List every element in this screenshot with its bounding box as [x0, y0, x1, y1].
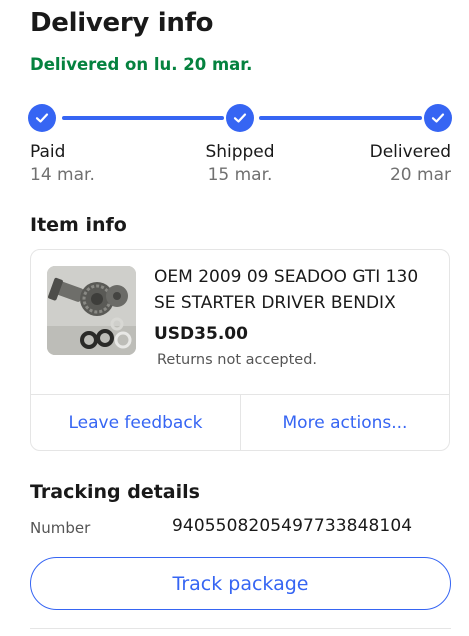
item-title-link[interactable]: OEM 2009 09 SEADOO GTI 130 SE STARTER DR… — [154, 264, 444, 316]
step-delivered-date: 20 mar — [389, 165, 451, 185]
step-shipped-check-icon — [226, 104, 254, 132]
tracking-number-value: 9405508205497733848104 — [172, 516, 413, 536]
progress-line-2 — [259, 116, 422, 120]
delivery-status: Delivered on lu. 20 mar. — [30, 55, 253, 74]
step-shipped-date: 15 mar. — [207, 165, 273, 185]
step-paid-check-icon — [28, 104, 56, 132]
bottom-divider — [30, 628, 451, 629]
step-shipped-label: Shipped — [205, 142, 275, 162]
tracking-number-label: Number — [30, 519, 91, 537]
starter-gear-photo — [47, 266, 136, 355]
item-price: USD35.00 — [154, 324, 248, 344]
page-title: Delivery info — [30, 8, 214, 38]
step-delivered-check-icon — [424, 104, 452, 132]
more-actions-button[interactable]: More actions... — [241, 395, 449, 450]
item-image[interactable] — [47, 266, 136, 355]
step-paid-label: Paid — [30, 142, 66, 162]
leave-feedback-button[interactable]: Leave feedback — [31, 395, 240, 450]
progress-line-1 — [62, 116, 224, 120]
step-paid-date: 14 mar. — [30, 165, 95, 185]
track-package-button[interactable]: Track package — [30, 557, 451, 610]
step-delivered-label: Delivered — [369, 142, 451, 162]
returns-policy: Returns not accepted. — [157, 352, 318, 368]
item-info-heading: Item info — [30, 214, 127, 236]
tracking-details-heading: Tracking details — [30, 481, 200, 503]
